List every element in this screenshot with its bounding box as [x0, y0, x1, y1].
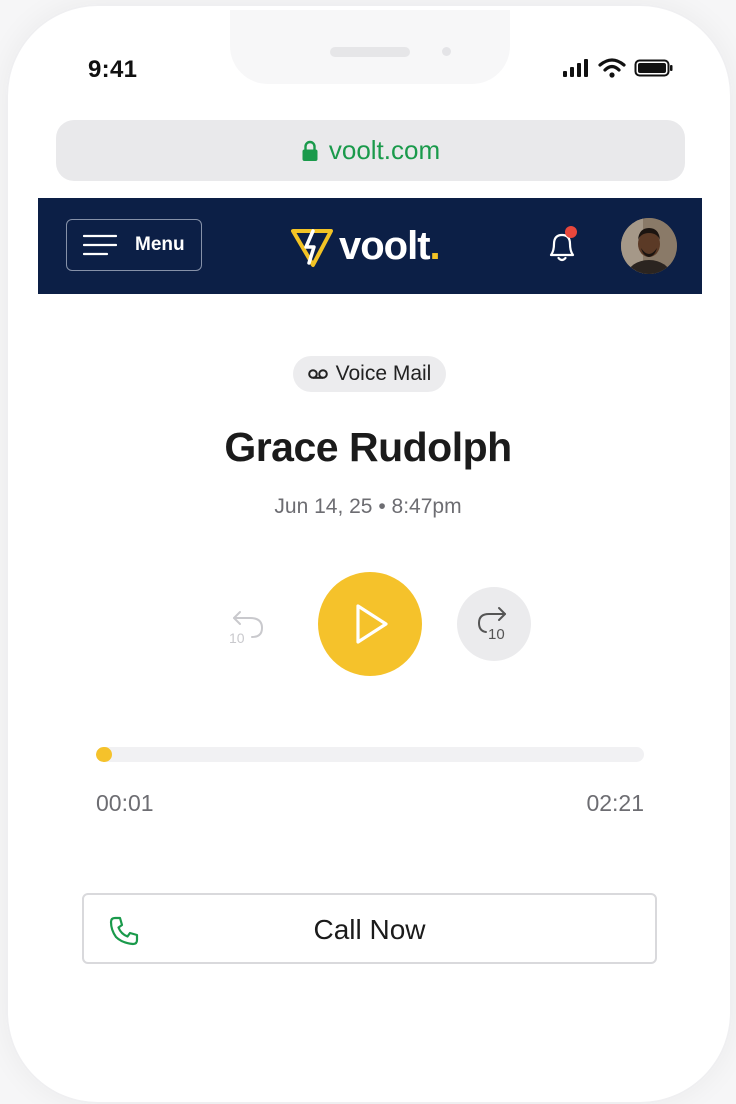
- url-text: voolt.com: [328, 135, 441, 165]
- elapsed-time: 00:01: [96, 790, 154, 816]
- voolt-logo[interactable]: voolt.: [291, 224, 441, 269]
- user-avatar[interactable]: [621, 218, 677, 274]
- status-icons: [562, 58, 674, 78]
- playback-progress-fill: [96, 747, 113, 762]
- voicemail-timestamp: Jun 14, 25 • 8:47pm: [0, 495, 736, 519]
- logo-text: voolt.: [339, 224, 441, 269]
- rewind-seconds-label: 10: [229, 630, 245, 646]
- logo-wordmark: voolt: [339, 224, 431, 268]
- lock-icon: [302, 140, 318, 161]
- voolt-bolt-icon: [291, 228, 333, 267]
- total-duration: 02:21: [586, 790, 644, 816]
- caller-name: Grace Rudolph: [224, 424, 512, 470]
- voicemail-time: 8:47pm: [391, 495, 462, 518]
- menu-button[interactable]: Menu: [66, 219, 202, 271]
- timestamp-separator: •: [378, 495, 386, 518]
- notification-bell-icon[interactable]: [542, 226, 582, 266]
- voicemail-date: Jun 14, 25: [274, 495, 373, 518]
- speaker-grille: [330, 47, 410, 57]
- browser-url-bar[interactable]: voolt.com: [56, 120, 685, 181]
- status-time: 9:41: [88, 56, 138, 83]
- playback-progress-bar[interactable]: [96, 747, 644, 762]
- rewind-10-icon[interactable]: 10: [226, 604, 270, 648]
- forward-10-button[interactable]: 10: [457, 587, 531, 661]
- call-now-label: Call Now: [313, 914, 426, 945]
- play-icon: [356, 604, 388, 644]
- voicemail-badge-label: Voice Mail: [335, 362, 432, 385]
- logo-dot: .: [429, 224, 441, 268]
- front-camera: [442, 47, 451, 56]
- phone-notch: [230, 10, 510, 84]
- wifi-icon: [598, 58, 626, 78]
- voicemail-icon: [307, 369, 328, 379]
- forward-seconds-label: 10: [488, 626, 505, 643]
- notification-dot: [565, 226, 577, 238]
- menu-label: Menu: [135, 234, 185, 255]
- play-button[interactable]: [318, 572, 422, 676]
- forward-10-icon: 10: [477, 607, 506, 643]
- call-now-button[interactable]: Call Now: [82, 893, 657, 964]
- site-navbar: Menu voolt.: [38, 198, 702, 294]
- cellular-signal-icon: [563, 59, 588, 77]
- hamburger-icon: [83, 234, 117, 256]
- battery-icon: [634, 59, 673, 77]
- voicemail-badge: Voice Mail: [293, 356, 446, 392]
